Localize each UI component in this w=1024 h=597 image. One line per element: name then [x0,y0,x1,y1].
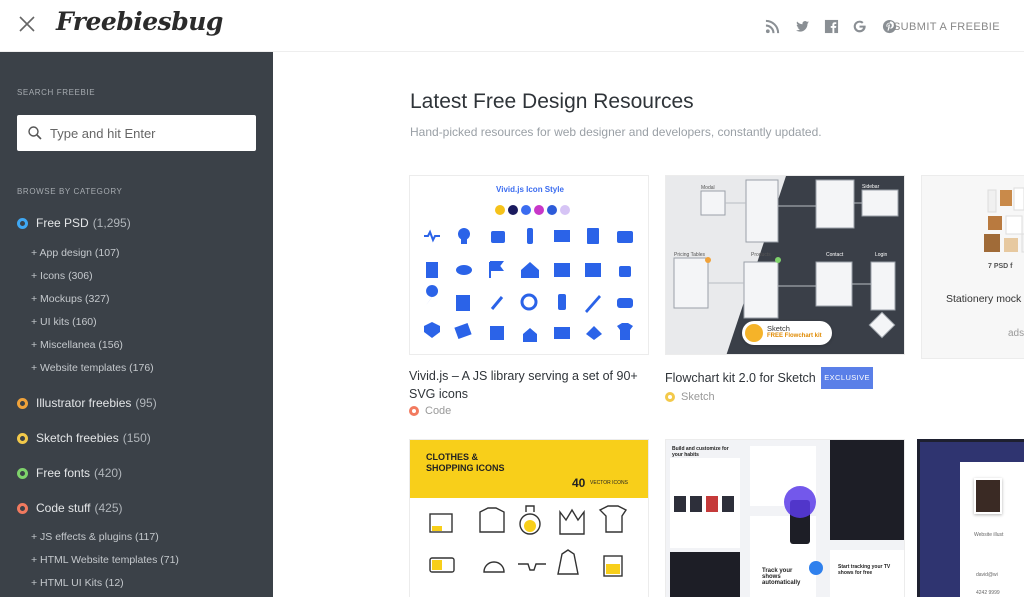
page-subtitle: Hand-picked resources for web designer a… [410,125,822,139]
category-label: Code stuff [36,501,91,515]
card-title[interactable]: Vivid.js – A JS library serving a set of… [409,367,649,403]
sketch-pill: Sketch FREE Flowchart kit [742,321,832,345]
thumb-label-products: Products [751,252,771,258]
category-dot-icon [17,467,28,479]
category-label: Free fonts [36,466,91,480]
rss-icon[interactable] [765,19,780,34]
category-label: Free PSD [36,216,89,230]
search-box[interactable] [17,115,256,151]
category-sketch-freebies[interactable]: Sketch freebies (150) [17,431,151,445]
subcategory-ui-kits[interactable]: + UI kits (160) [31,316,97,328]
category-count: (420) [94,466,123,480]
card-category-label: Sketch [681,391,715,403]
subcategory-website-templates[interactable]: + Website templates (176) [31,362,154,374]
close-icon[interactable] [17,14,37,34]
pill-subtitle: FREE Flowchart kit [767,333,822,339]
clothes-count: 40 [572,476,586,490]
pill-title: Sketch [767,324,790,333]
clothes-count-label: VECTOR ICONS [590,480,628,486]
card-thumbnail-vividjs[interactable]: Vivid.js Icon Style [409,175,649,355]
sidebar: SEARCH FREEBIE BROWSE BY CATEGORY Free P… [0,52,273,597]
subcategory-miscellanea[interactable]: + Miscellanea (156) [31,339,123,351]
icon-grid-illustration [424,205,633,342]
card-title[interactable]: Flowchart kit 2.0 for Sketch EXCLUSIVE [665,367,905,389]
category-dot-icon [17,502,28,514]
ad-card[interactable]: 7 PSD f Stationery mock ads [921,175,1024,359]
category-count: (150) [122,431,151,445]
category-free-psd[interactable]: Free PSD (1,295) [17,216,131,230]
resource-card: Modal Sidebar Pricing Tables Products Co… [665,175,905,403]
subcategory-js-effects[interactable]: + JS effects & plugins (117) [31,531,159,543]
clothes-banner: CLOTHES & SHOPPING ICONS 40 VECTOR ICONS [410,440,648,498]
category-label: Sketch freebies [36,431,119,445]
tv-app-headline: Build and customize for your habits [672,446,729,458]
site-logo[interactable]: Freebiesbug [56,7,223,36]
profile-email: david@wi [976,572,998,578]
card-category[interactable]: Code [409,405,649,417]
profile-field: Website illust [974,532,1004,538]
subcategory-icons[interactable]: + Icons (306) [31,270,93,282]
main-content: Latest Free Design Resources Hand-picked… [273,52,1024,597]
submit-freebie-link[interactable]: SUBMIT A FREEBIE [893,21,1000,33]
ad-label: ads [1008,328,1024,339]
card-thumbnail-tv-app[interactable]: Build and customize for your habits Trac… [665,439,905,597]
category-count: (1,295) [92,216,131,230]
category-free-fonts[interactable]: Free fonts (420) [17,466,122,480]
subcategory-mockups[interactable]: + Mockups (327) [31,293,110,305]
avatar [974,478,1002,514]
thumb-label-modal: Modal [701,185,715,191]
subcategory-html-website-templates[interactable]: + HTML Website templates (71) [31,554,179,566]
category-dot-icon [665,392,675,402]
thumb-label-contact: Contact [826,252,844,258]
category-dot-icon [17,432,28,444]
stationery-illustration [984,187,1024,253]
profile-panel: Website illust david@wi 4242 9999 [960,462,1024,597]
browse-label: BROWSE BY CATEGORY [17,187,123,196]
top-bar: Freebiesbug SUBMIT A FREEBIE [0,0,1024,52]
card-title-text[interactable]: Flowchart kit 2.0 for Sketch [665,371,816,385]
card-thumbnail-clothes-icons[interactable]: CLOTHES & SHOPPING ICONS 40 VECTOR ICONS [409,439,649,597]
page-title: Latest Free Design Resources [410,90,694,113]
category-code-stuff[interactable]: Code stuff (425) [17,501,123,515]
subcategory-app-design[interactable]: + App design (107) [31,247,119,259]
subcategory-html-ui-kits[interactable]: + HTML UI Kits (12) [31,577,124,589]
clothes-icons-illustration [429,505,628,577]
card-category[interactable]: Sketch [665,391,905,403]
google-icon[interactable] [852,19,867,34]
search-icon [28,126,42,140]
category-dot-icon [409,406,419,416]
ad-thumb-caption: 7 PSD f [988,263,1013,270]
ad-title[interactable]: Stationery mock [946,293,1021,305]
category-illustrator-freebies[interactable]: Illustrator freebies (95) [17,396,157,410]
search-label: SEARCH FREEBIE [17,88,96,97]
card-thumbnail-flowchart[interactable]: Modal Sidebar Pricing Tables Products Co… [665,175,905,355]
search-input[interactable] [50,115,250,151]
thumb-label-sidebar: Sidebar [862,184,880,190]
resource-card: Vivid.js Icon Style Vivid.js – A JS libr… [409,175,649,417]
clothes-title: CLOTHES & SHOPPING ICONS [426,452,505,473]
tv-app-tagline: Track your shows automatically [762,568,801,586]
category-count: (425) [94,501,123,515]
thumb-label-pricing-tables: Pricing Tables [674,252,706,258]
category-dot-icon [17,397,28,409]
card-category-label: Code [425,405,452,417]
thumb-label-login: Login [875,252,887,258]
twitter-icon[interactable] [795,19,810,34]
profile-phone: 4242 9999 [976,590,1000,596]
category-count: (95) [135,396,157,410]
card-thumbnail-profile[interactable]: Website illust david@wi 4242 9999 [917,439,1024,597]
sketch-icon [745,324,763,342]
category-dot-icon [17,217,28,229]
tv-app-cta: Start tracking your TV shows for free [838,564,891,576]
category-label: Illustrator freebies [36,396,132,410]
exclusive-badge: EXCLUSIVE [821,367,873,389]
facebook-icon[interactable] [824,19,839,34]
